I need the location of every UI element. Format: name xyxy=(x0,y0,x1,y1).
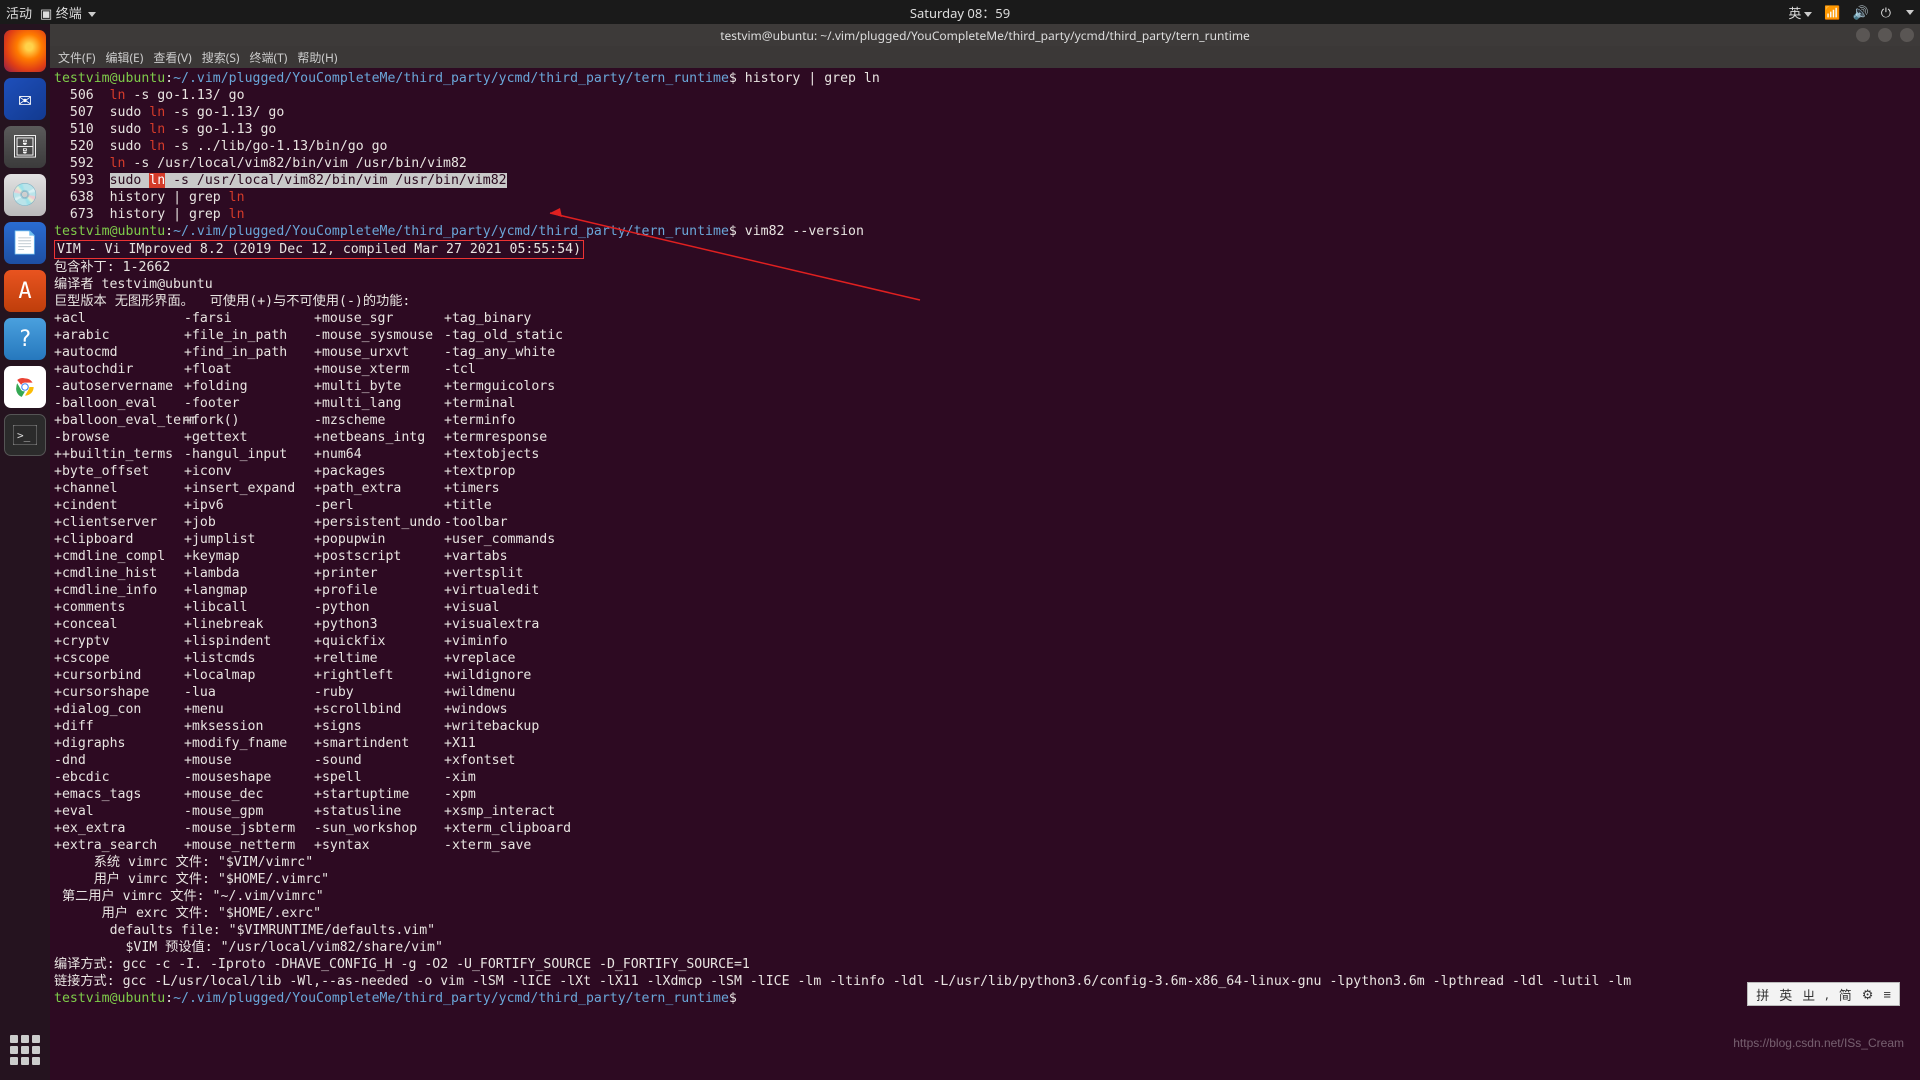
terminal-content: testvim@ubuntu:~/.vim/plugged/YouComplet… xyxy=(54,70,1916,310)
compile-line: 编译方式: gcc -c -I. -Iproto -DHAVE_CONFIG_H… xyxy=(54,956,1916,973)
vimrc-paths: 系统 vimrc 文件: "$VIM/vimrc" 用户 vimrc 文件: "… xyxy=(54,854,1916,956)
terminal-app-indicator[interactable]: ▣ 终端 xyxy=(40,3,96,22)
menu-file[interactable]: 文件(F) xyxy=(58,49,95,66)
ime-indicator[interactable]: 拼 英 ㄓ , 简 ⚙ ≡ xyxy=(1747,982,1900,1006)
terminal-icon: ▣ xyxy=(40,4,52,22)
power-icon[interactable]: ⏻ xyxy=(1881,3,1891,21)
window-titlebar: testvim@ubuntu: ~/.vim/plugged/YouComple… xyxy=(50,24,1920,46)
help-launcher[interactable]: ? xyxy=(4,318,46,360)
menu-edit[interactable]: 编辑(E) xyxy=(105,49,143,66)
terminal-window: testvim@ubuntu: ~/.vim/plugged/YouComple… xyxy=(50,24,1920,1080)
compiled-by-line: 编译者 testvim@ubuntu xyxy=(54,277,213,292)
maximize-button[interactable] xyxy=(1878,28,1892,42)
gear-icon[interactable]: ⚙ xyxy=(1860,985,1876,1003)
watermark: https://blog.csdn.net/ISs_Cream xyxy=(1733,1036,1904,1050)
clock[interactable]: Saturday 08：59 xyxy=(910,3,1010,22)
terminal-icon: >_ xyxy=(13,425,37,445)
terminal-output[interactable]: testvim@ubuntu:~/.vim/plugged/YouComplet… xyxy=(50,68,1920,1080)
firefox-launcher[interactable] xyxy=(4,30,46,72)
chrome-launcher[interactable] xyxy=(4,366,46,408)
selected-history-line: sudo ln -s /usr/local/vim82/bin/vim /usr… xyxy=(110,173,507,188)
command-vim-version: vim82 --version xyxy=(745,224,864,239)
vim-version-line: VIM - Vi IMproved 8.2 (2019 Dec 12, comp… xyxy=(54,240,584,259)
terminal-menubar: 文件(F) 编辑(E) 查看(V) 搜索(S) 终端(T) 帮助(H) xyxy=(50,46,1920,68)
final-prompt: testvim@ubuntu:~/.vim/plugged/YouComplet… xyxy=(54,990,1916,1007)
chrome-icon xyxy=(12,374,38,400)
ime-menu-icon[interactable]: ≡ xyxy=(1881,985,1893,1003)
files-launcher[interactable]: 🗄 xyxy=(4,126,46,168)
menu-search[interactable]: 搜索(S) xyxy=(202,49,240,66)
gnome-topbar: 活动 ▣ 终端 Saturday 08：59 英 📶 🔊 ⏻ xyxy=(0,0,1920,24)
patch-line: 包含补丁: 1-2662 xyxy=(54,260,170,275)
volume-icon[interactable]: 🔊 xyxy=(1853,3,1869,21)
menu-terminal[interactable]: 终端(T) xyxy=(250,49,288,66)
thunderbird-launcher[interactable]: ✉ xyxy=(4,78,46,120)
ime-pin: 拼 xyxy=(1754,985,1771,1004)
software-launcher[interactable]: A xyxy=(4,270,46,312)
ime-mode: , xyxy=(1823,985,1830,1003)
network-icon[interactable]: 📶 xyxy=(1824,3,1840,21)
activities-button[interactable]: 活动 xyxy=(6,3,32,22)
features-header: 巨型版本 无图形界面。 可使用(+)与不可使用(-)的功能: xyxy=(54,294,410,309)
input-method-indicator[interactable]: 英 xyxy=(1788,3,1812,22)
chevron-down-icon xyxy=(88,12,96,17)
command-history-grep: history | grep ln xyxy=(745,71,880,86)
launcher-dock: ✉ 🗄 💿 📄 A ? >_ xyxy=(0,24,50,1080)
ime-lang: 英 xyxy=(1777,985,1794,1004)
ime-sep: ㄓ xyxy=(1800,985,1817,1004)
svg-text:>_: >_ xyxy=(17,429,31,442)
menu-help[interactable]: 帮助(H) xyxy=(297,49,337,66)
writer-launcher[interactable]: 📄 xyxy=(4,222,46,264)
features-table: +acl-farsi+mouse_sgr+tag_binary +arabic+… xyxy=(54,310,1916,854)
window-title: testvim@ubuntu: ~/.vim/plugged/YouComple… xyxy=(720,27,1250,44)
close-button[interactable] xyxy=(1900,28,1914,42)
minimize-button[interactable] xyxy=(1856,28,1870,42)
show-applications-button[interactable] xyxy=(7,1032,43,1068)
terminal-label: 终端 xyxy=(56,4,82,22)
ime-simp: 简 xyxy=(1837,985,1854,1004)
menu-view[interactable]: 查看(V) xyxy=(153,49,191,66)
terminal-launcher[interactable]: >_ xyxy=(4,414,46,456)
link-line: 链接方式: gcc -L/usr/local/lib -Wl,--as-need… xyxy=(54,973,1916,990)
chevron-down-icon xyxy=(1906,10,1914,15)
disks-launcher[interactable]: 💿 xyxy=(4,174,46,216)
